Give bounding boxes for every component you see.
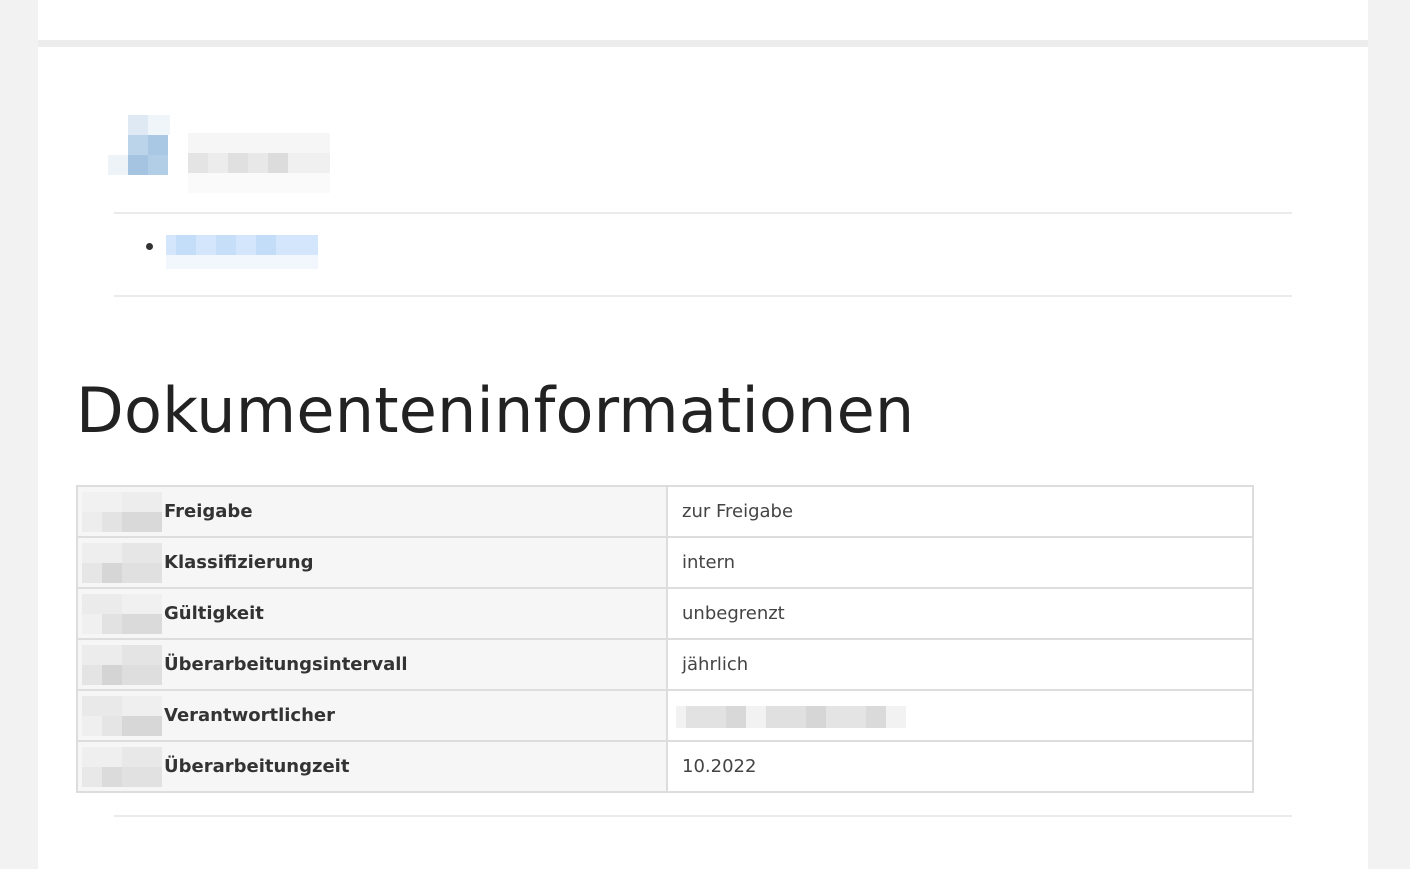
info-key-cell: Überarbeitungzeit xyxy=(77,740,668,793)
info-value-cell xyxy=(667,689,1253,742)
info-value-cell: jährlich xyxy=(667,638,1253,691)
page-title: Dokumenteninformationen xyxy=(76,374,915,447)
logo-icon xyxy=(108,115,170,177)
info-value-text: jährlich xyxy=(682,654,749,675)
info-key-label: Überarbeitungzeit xyxy=(164,756,350,777)
breadcrumb-link[interactable] xyxy=(166,235,318,269)
info-value-cell: intern xyxy=(667,536,1253,589)
info-key-cell: Gültigkeit xyxy=(77,587,668,640)
info-value-cell: 10.2022 xyxy=(667,740,1253,793)
info-value-text: unbegrenzt xyxy=(682,603,785,624)
table-row: Überarbeitungsintervall jährlich xyxy=(77,638,1253,691)
status-emoji-icon xyxy=(82,691,164,740)
top-divider-strip xyxy=(38,40,1368,47)
status-emoji-icon xyxy=(82,589,164,638)
info-key-cell: Klassifizierung xyxy=(77,536,668,589)
info-key-cell: Freigabe xyxy=(77,485,668,538)
table-row: Freigabe zur Freigabe xyxy=(77,485,1253,538)
info-key-label: Freigabe xyxy=(164,501,253,522)
info-value-text: 10.2022 xyxy=(682,756,757,777)
status-emoji-icon xyxy=(82,487,164,536)
table-row: Verantwortlicher xyxy=(77,689,1253,742)
info-key-label: Verantwortlicher xyxy=(164,705,335,726)
document-info-table: Freigabe zur Freigabe Klassifizierung inter… xyxy=(76,485,1254,793)
info-value-text: zur Freigabe xyxy=(682,501,794,522)
redacted-name xyxy=(676,706,906,728)
status-emoji-icon xyxy=(82,742,164,791)
info-key-label: Klassifizierung xyxy=(164,552,314,573)
bullet-icon xyxy=(146,243,153,250)
info-value-text: intern xyxy=(682,552,736,573)
table-row: Klassifizierung intern xyxy=(77,536,1253,589)
redacted-site-title xyxy=(188,133,330,195)
table-row: Gültigkeit unbegrenzt xyxy=(77,587,1253,640)
table-row: Überarbeitungzeit 10.2022 xyxy=(77,740,1253,793)
info-value-cell: unbegrenzt xyxy=(667,587,1253,640)
status-emoji-icon xyxy=(82,640,164,689)
info-key-cell: Überarbeitungsintervall xyxy=(77,638,668,691)
info-key-label: Gültigkeit xyxy=(164,603,264,624)
info-key-cell: Verantwortlicher xyxy=(77,689,668,742)
section-divider xyxy=(114,295,1292,297)
info-key-label: Überarbeitungsintervall xyxy=(164,654,408,675)
info-value-cell: zur Freigabe xyxy=(667,485,1253,538)
header-divider xyxy=(114,212,1292,214)
status-emoji-icon xyxy=(82,538,164,587)
footer-divider xyxy=(114,815,1292,817)
